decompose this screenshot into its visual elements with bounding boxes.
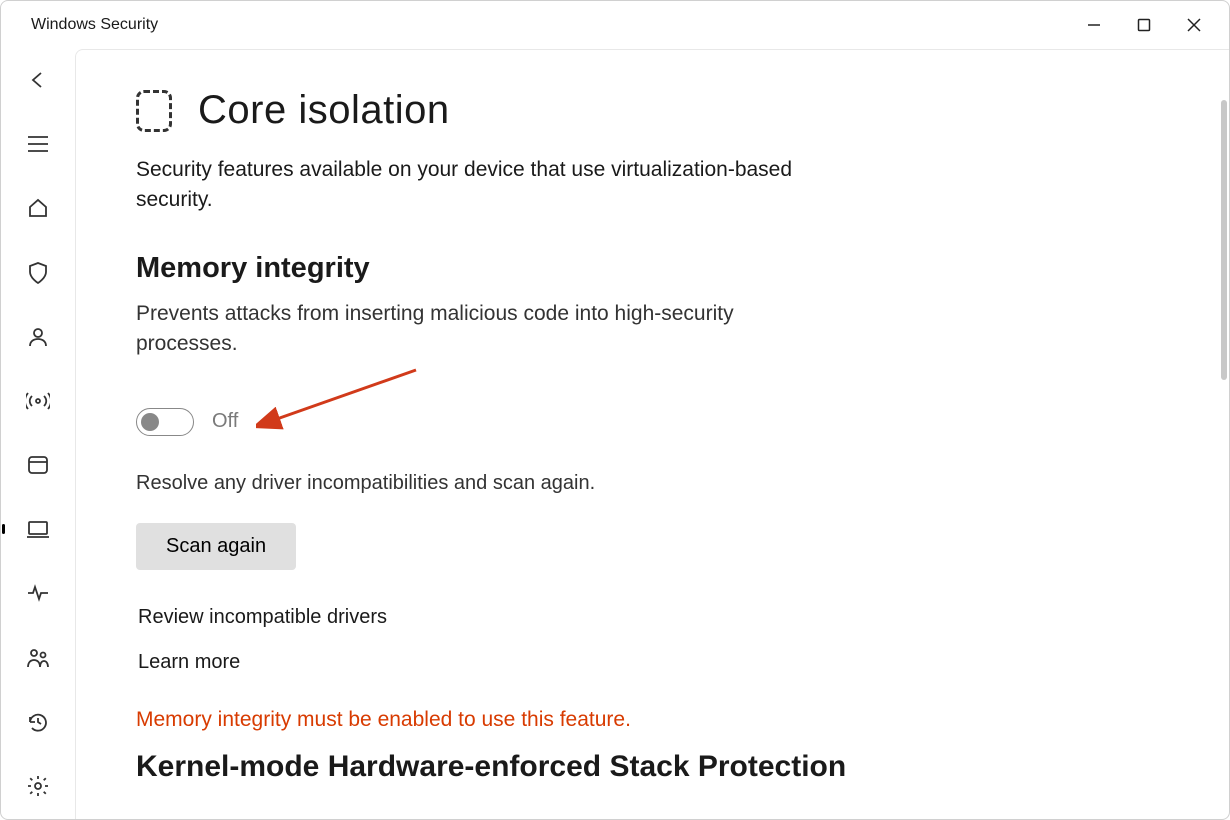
scan-again-button[interactable]: Scan again (136, 523, 296, 570)
warning-text: Memory integrity must be enabled to use … (136, 708, 1169, 732)
scrollbar[interactable] (1221, 100, 1227, 380)
memory-integrity-toggle[interactable] (136, 408, 194, 436)
close-button[interactable] (1171, 9, 1217, 41)
settings-icon[interactable] (14, 773, 62, 799)
history-icon[interactable] (14, 709, 62, 735)
memory-integrity-description: Prevents attacks from inserting maliciou… (136, 299, 786, 360)
learn-more-link[interactable]: Learn more (136, 651, 1169, 674)
family-icon[interactable] (14, 645, 62, 671)
window-title: Windows Security (31, 16, 158, 34)
maximize-button[interactable] (1121, 9, 1167, 41)
hamburger-menu-icon[interactable] (14, 131, 62, 157)
sidebar (1, 49, 75, 819)
toggle-state-label: Off (212, 410, 238, 433)
resolve-text: Resolve any driver incompatibilities and… (136, 472, 1169, 495)
main-content: Core isolation Security features availab… (75, 49, 1229, 819)
page-subtitle: Security features available on your devi… (136, 155, 836, 216)
account-icon[interactable] (14, 324, 62, 350)
minimize-button[interactable] (1071, 9, 1117, 41)
home-icon[interactable] (14, 195, 62, 221)
app-browser-icon[interactable] (14, 452, 62, 478)
page-title: Core isolation (198, 88, 450, 133)
memory-integrity-title: Memory integrity (136, 252, 1169, 285)
back-button[interactable] (14, 67, 62, 93)
shield-icon[interactable] (14, 260, 62, 286)
performance-icon[interactable] (14, 580, 62, 606)
titlebar: Windows Security (1, 1, 1229, 49)
device-security-icon[interactable] (14, 516, 62, 542)
network-icon[interactable] (14, 388, 62, 414)
core-isolation-icon (136, 90, 172, 132)
kernel-stack-title: Kernel-mode Hardware-enforced Stack Prot… (136, 750, 1169, 784)
review-drivers-link[interactable]: Review incompatible drivers (136, 606, 1169, 629)
